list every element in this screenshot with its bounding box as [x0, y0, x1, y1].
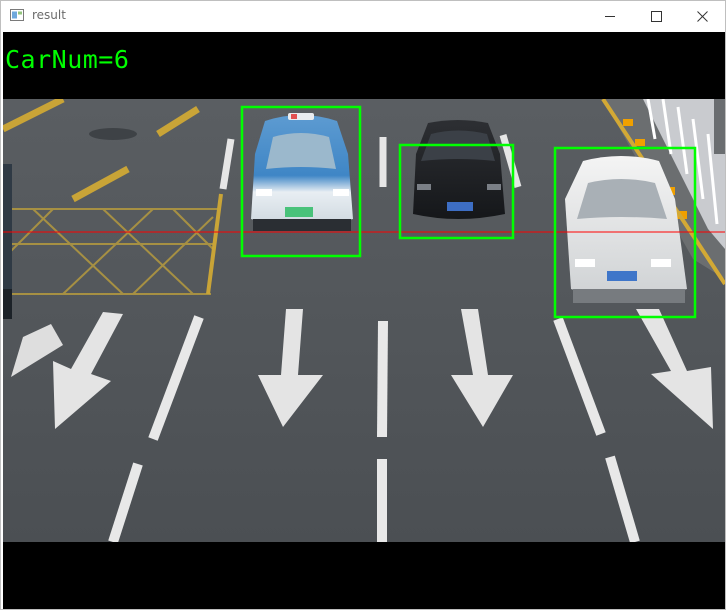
opencv-window-icon [10, 9, 24, 21]
title-bar[interactable]: result [1, 1, 725, 31]
minimize-button[interactable] [587, 1, 633, 31]
taxi-car [251, 113, 353, 231]
black-sedan-car [413, 120, 505, 219]
video-frame-canvas: CarNum=6 [3, 32, 725, 609]
close-button[interactable] [679, 1, 725, 31]
window-title: result [32, 8, 66, 22]
close-icon [696, 10, 708, 22]
partial-vehicle-right [714, 99, 725, 154]
minimize-icon [604, 15, 615, 17]
result-window: result CarNum=6 [0, 0, 726, 610]
maximize-icon [650, 10, 662, 22]
road-scene [3, 99, 725, 542]
maximize-button[interactable] [633, 1, 679, 31]
manhole-cover [89, 128, 137, 140]
car-count-label: CarNum=6 [5, 45, 130, 74]
